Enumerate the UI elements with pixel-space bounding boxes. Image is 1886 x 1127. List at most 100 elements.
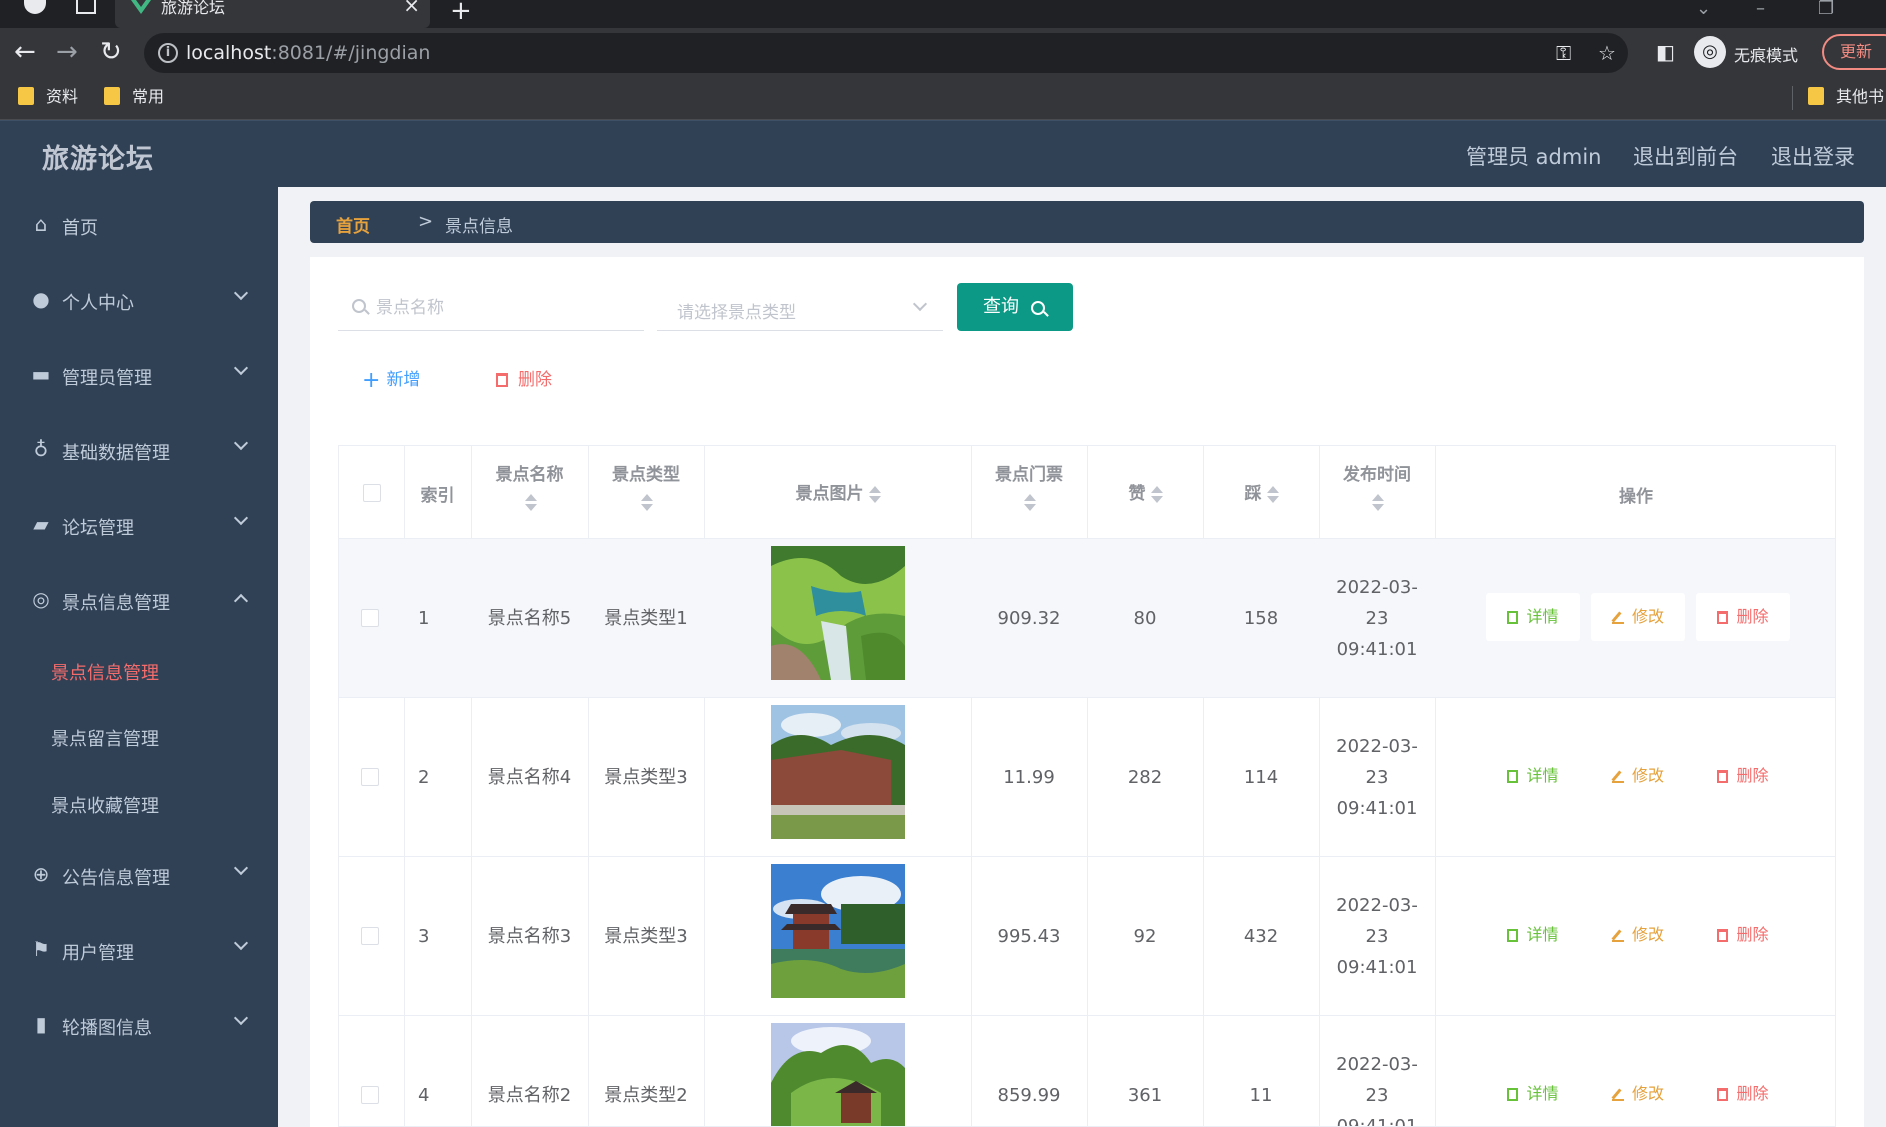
sort-icon[interactable] [1024,493,1036,511]
detail-button[interactable]: 详情 [1486,1070,1580,1118]
detail-button[interactable]: 详情 [1486,752,1580,800]
star-icon[interactable]: ☆ [1598,41,1616,65]
header-type[interactable]: 景点类型 [588,446,704,539]
edit-button[interactable]: 修改 [1591,593,1685,641]
row-checkbox[interactable] [361,1086,379,1104]
sort-icon[interactable] [1372,493,1384,511]
sort-icon[interactable] [641,493,653,511]
back-icon[interactable]: ← [14,36,36,68]
bookmark-folder[interactable]: 资料 [18,86,78,108]
chevron-down-icon [233,435,249,451]
search-input[interactable] [376,295,636,321]
sidebar-item-carousel[interactable]: ▮ 轮播图信息 [0,1005,278,1045]
key-icon[interactable]: ⚿ [1556,41,1571,65]
sidebar-item-admin[interactable]: ▬ 管理员管理 [0,355,278,395]
edit-button[interactable]: 修改 [1591,911,1685,959]
minimize-icon[interactable]: – [1756,0,1765,19]
scenic-image[interactable] [771,1023,905,1127]
chevron-up-icon [233,593,249,609]
row-checkbox[interactable] [361,609,379,627]
cell-type: 景点类型2 [604,1085,688,1106]
logout-link[interactable]: 退出登录 [1771,141,1855,171]
header-likes[interactable]: 赞 [1087,446,1203,539]
cell-ticket: 11.99 [1003,767,1055,788]
sidebar-item-label: 景点信息管理 [62,593,170,614]
bookmark-folder-other[interactable]: 其他书 [1808,86,1884,108]
row-checkbox[interactable] [361,927,379,945]
sort-icon[interactable] [1151,485,1164,503]
detail-button[interactable]: 详情 [1486,911,1580,959]
url-text[interactable]: localhost:8081/#/jingdian [186,42,430,64]
sidebar-item-label: 公告信息管理 [62,868,170,889]
maximize-icon[interactable]: ❐ [1818,0,1834,19]
delete-button[interactable]: 删除 [1696,1070,1790,1118]
document-icon [1507,611,1519,624]
header-time[interactable]: 发布时间 [1319,446,1435,539]
table-row: 4 景点名称2 景点类型2 859.99 361 11 2022-03-23 0… [339,1016,1835,1127]
scenic-image[interactable] [771,546,905,680]
sidebar-item-personal[interactable]: ● 个人中心 [0,280,278,320]
submenu-scenic-favorites[interactable]: 景点收藏管理 [0,783,278,823]
query-button[interactable]: 查询 [957,283,1073,331]
browser-chrome: 旅游论坛 × + ⌄ – ❐ ← → ↻ i localhost:8081/#/… [0,0,1886,120]
scenic-type-select[interactable]: 请选择景点类型 [657,285,943,331]
sidebar-item-home[interactable]: ⌂ 首页 [0,205,278,245]
scenic-image[interactable] [771,705,905,839]
browser-tab[interactable]: 旅游论坛 × [115,0,430,28]
cell-type: 景点类型1 [604,608,688,629]
delete-button[interactable]: 删除 [1696,752,1790,800]
header-dislikes[interactable]: 踩 [1203,446,1319,539]
detail-button[interactable]: 详情 [1486,593,1580,641]
scenic-image[interactable] [771,864,905,998]
reload-icon[interactable]: ↻ [100,36,122,68]
header-name[interactable]: 景点名称 [471,446,588,539]
edit-button[interactable]: 修改 [1591,752,1685,800]
sidebar-item-label: 首页 [62,218,98,239]
info-icon[interactable]: i [158,43,178,63]
tab-search-icon[interactable] [76,0,96,14]
browser-menu-icon[interactable] [24,0,46,14]
bookmark-folder[interactable]: 常用 [104,86,164,108]
home-icon: ⌂ [34,212,48,236]
sort-icon[interactable] [869,485,882,503]
trash-icon [1717,611,1729,624]
address-bar[interactable]: i localhost:8081/#/jingdian ⚿ ☆ [144,33,1628,73]
incognito-icon[interactable]: ◎ [1694,36,1726,68]
update-button[interactable]: 更新 [1822,34,1886,70]
tab-list-icon[interactable]: ⌄ [1696,0,1711,19]
breadcrumb-home[interactable]: 首页 [336,212,370,237]
sort-icon[interactable] [1267,485,1280,503]
header-image[interactable]: 景点图片 [704,446,971,539]
bar-chart-icon: ▮ [35,1012,47,1036]
delete-button[interactable]: 删除 [1696,911,1790,959]
row-checkbox[interactable] [361,768,379,786]
select-all-checkbox[interactable] [363,484,381,502]
side-panel-icon[interactable]: ◧ [1656,40,1675,64]
delete-button[interactable]: 删除 [1696,593,1790,641]
document-icon [1507,1088,1519,1101]
cell-index: 4 [418,1085,430,1106]
sidebar-item-notice[interactable]: ⊕ 公告信息管理 [0,855,278,895]
add-button[interactable]: + 新增 [362,365,420,393]
batch-delete-button[interactable]: 删除 [496,365,552,390]
sidebar-item-forum[interactable]: ▰ 论坛管理 [0,505,278,545]
submenu-scenic-comments[interactable]: 景点留言管理 [0,716,278,756]
flag-icon: ⚑ [32,937,50,961]
laptop-icon: ▬ [31,362,51,386]
header-ops: 操作 [1619,487,1653,507]
submenu-scenic-info[interactable]: 景点信息管理 [0,650,278,690]
forward-icon[interactable]: → [56,36,78,68]
header-ticket[interactable]: 景点门票 [971,446,1087,539]
edit-button[interactable]: 修改 [1591,1070,1685,1118]
sidebar-item-basic-data[interactable]: ♁ 基础数据管理 [0,430,278,470]
sort-icon[interactable] [524,493,537,511]
admin-user[interactable]: 管理员 admin [1466,141,1601,171]
sidebar-item-users[interactable]: ⚑ 用户管理 [0,930,278,970]
exit-to-front-link[interactable]: 退出到前台 [1633,141,1738,171]
sidebar-item-scenic[interactable]: ◎ 景点信息管理 [0,580,278,620]
scenic-name-search[interactable] [338,285,644,331]
tab-close-icon[interactable]: × [403,0,420,15]
new-tab-icon[interactable]: + [450,0,472,26]
cell-dislikes: 432 [1243,926,1279,947]
chevron-down-icon [233,285,249,301]
